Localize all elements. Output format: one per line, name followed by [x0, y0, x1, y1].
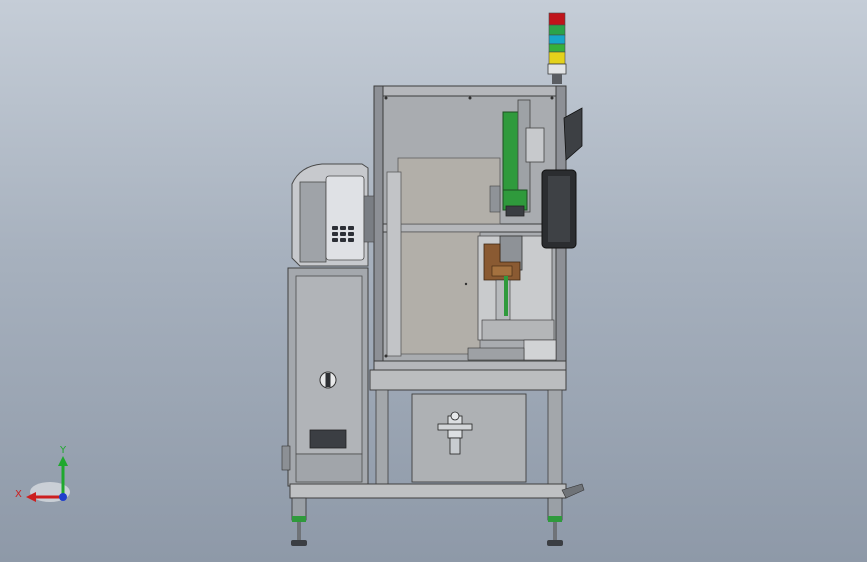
machine-assembly-drawing[interactable]: X Y [0, 0, 867, 562]
triad-y-label: Y [59, 445, 67, 456]
cabinet-door [295, 275, 363, 455]
signal-light-yellow [548, 51, 566, 65]
hmi-control-unit[interactable] [291, 163, 375, 267]
hmi-keypad[interactable] [332, 226, 354, 242]
signal-light-blue [548, 34, 566, 45]
signal-tower[interactable] [547, 12, 567, 84]
cad-graphics-viewport[interactable]: X Y [0, 0, 867, 562]
leveling-foot-right [547, 497, 563, 546]
frame-top-rail [373, 85, 567, 97]
signal-light-green-2 [548, 43, 566, 53]
signal-light-red [548, 12, 566, 26]
frame-left-post [373, 85, 384, 371]
frame-mid-rail [382, 223, 558, 233]
signal-light-green [548, 24, 566, 36]
lower-access-panel [411, 393, 527, 483]
base-frame-rail [289, 483, 567, 499]
reference-triad[interactable]: X Y [15, 445, 70, 502]
inner-guide-plate [397, 157, 501, 225]
electrical-cabinet[interactable] [281, 267, 369, 487]
cabinet-lock-icon[interactable] [319, 371, 337, 389]
cabinet-vent [309, 429, 347, 449]
hmi-screen-panel [325, 175, 365, 261]
frame-bottom-rail [373, 360, 567, 371]
table-top [369, 369, 567, 391]
signal-tower-base [547, 63, 567, 75]
triad-z-axis [59, 493, 67, 501]
leveling-foot-left [291, 497, 307, 546]
triad-x-label: X [15, 489, 22, 500]
